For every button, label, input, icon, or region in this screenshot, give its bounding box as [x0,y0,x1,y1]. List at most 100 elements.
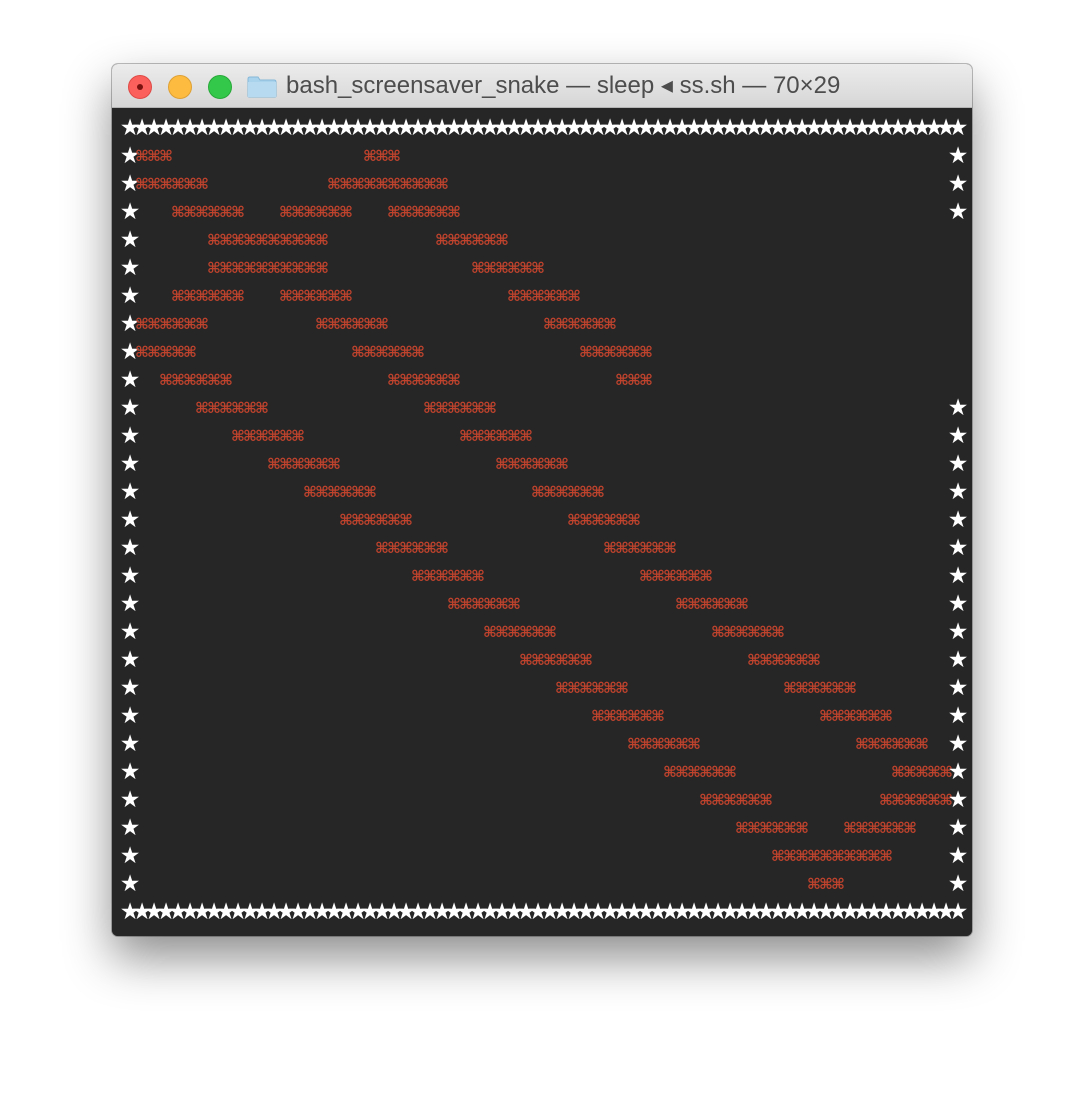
snake-segment: ⌘ [363,483,377,501]
border-star: ★ [120,507,141,533]
border-star: ★ [948,451,969,477]
snake-segment: ⌘ [483,399,497,417]
snake-segment: ⌘ [603,315,617,333]
snake-segment: ⌘ [387,147,401,165]
snake-segment: ⌘ [735,595,749,613]
border-star: ★ [120,619,141,645]
snake-segment: ⌘ [507,595,521,613]
snake-segment: ⌘ [315,231,329,249]
snake-segment: ⌘ [339,287,353,305]
border-star: ★ [948,591,969,617]
border-star: ★ [948,395,969,421]
border-star: ★ [120,423,141,449]
border-star: ★ [948,731,969,757]
snake-segment: ⌘ [663,539,677,557]
snake-segment: ⌘ [435,175,449,193]
snake-segment: ⌘ [471,567,485,585]
border-star: ★ [948,871,969,897]
border-star: ★ [948,619,969,645]
border-star: ★ [120,535,141,561]
snake-segment: ⌘ [759,791,773,809]
border-star: ★ [120,451,141,477]
snake-segment: ⌘ [687,735,701,753]
snake-segment: ⌘ [591,483,605,501]
snake-segment: ⌘ [327,455,341,473]
snake-segment: ⌘ [447,203,461,221]
border-star: ★ [120,563,141,589]
folder-icon [247,76,277,98]
snake-segment: ⌘ [495,231,509,249]
border-star: ★ [948,423,969,449]
border-star: ★ [948,815,969,841]
border-star: ★ [948,479,969,505]
snake-segment: ⌘ [543,623,557,641]
snake-segment: ⌘ [255,399,269,417]
snake-segment: ⌘ [639,371,653,389]
border-star: ★ [948,675,969,701]
snake-segment: ⌘ [399,511,413,529]
snake-segment: ⌘ [159,147,173,165]
snake-segment: ⌘ [519,427,533,445]
snake-segment: ⌘ [195,175,209,193]
snake-segment: ⌘ [615,679,629,697]
snake-segment: ⌘ [339,203,353,221]
snake-segment: ⌘ [771,623,785,641]
minimize-button[interactable] [168,75,192,99]
window-title: bash_screensaver_snake — sleep ◂ ss.sh —… [286,72,841,99]
border-star: ★ [120,647,141,673]
snake-segment: ⌘ [723,763,737,781]
terminal-content[interactable]: ★ ★ ★ ★ ★ ★ ★ ★ ★ ★ ★ ★ ★ ★ ★ ★ ★ ★ ★ ★ ★ ★ ★ ★ ★ ★ ★ ★ ★ ★ ★ ★ ★ ★ ★ ★ ★ ★ ★ ★… [112,108,972,936]
snake-segment: ⌘ [807,651,821,669]
snake-segment: ⌘ [435,539,449,557]
snake-segment: ⌘ [831,875,845,893]
border-star: ★ [120,367,141,393]
terminal-window: bash_screensaver_snake — sleep ◂ ss.sh —… [112,64,972,936]
snake-segment: ⌘ [531,259,545,277]
border-star: ★ [948,759,969,785]
border-star: ★ [120,199,141,225]
snake-segment: ⌘ [651,707,665,725]
snake-segment: ⌘ [555,455,569,473]
border-star: ★ [120,815,141,841]
border-star: ★ [948,115,969,141]
snake-segment: ⌘ [231,287,245,305]
border-star: ★ [948,899,969,925]
border-star: ★ [120,479,141,505]
border-star: ★ [120,787,141,813]
snake-segment: ⌘ [315,259,329,277]
border-star: ★ [948,199,969,225]
border-star: ★ [120,731,141,757]
border-star: ★ [120,759,141,785]
snake-segment: ⌘ [879,847,893,865]
zoom-button[interactable] [208,75,232,99]
border-star: ★ [120,675,141,701]
snake-segment: ⌘ [795,819,809,837]
border-star: ★ [120,283,141,309]
snake-segment: ⌘ [879,707,893,725]
close-button[interactable] [128,75,152,99]
snake-segment: ⌘ [447,371,461,389]
snake-segment: ⌘ [639,343,653,361]
border-star: ★ [948,787,969,813]
snake-segment: ⌘ [375,315,389,333]
terminal-grid: ★★★★★★★★★★★★★★★★★★★★★★★★★★★★★★★★★★★★★★★★… [120,115,969,925]
border-star: ★ [948,535,969,561]
border-star: ★ [120,843,141,869]
border-star: ★ [948,171,969,197]
border-star: ★ [948,703,969,729]
title-bar[interactable]: bash_screensaver_snake — sleep ◂ ss.sh —… [112,64,972,108]
snake-segment: ⌘ [219,371,233,389]
snake-segment: ⌘ [195,315,209,333]
border-star: ★ [948,507,969,533]
snake-segment: ⌘ [411,343,425,361]
border-star: ★ [120,227,141,253]
border-star: ★ [120,703,141,729]
snake-segment: ⌘ [183,343,197,361]
snake-segment: ⌘ [903,819,917,837]
close-icon [137,84,143,90]
snake-segment: ⌘ [567,287,581,305]
border-star: ★ [948,143,969,169]
border-star: ★ [948,843,969,869]
snake-segment: ⌘ [579,651,593,669]
border-star: ★ [120,395,141,421]
